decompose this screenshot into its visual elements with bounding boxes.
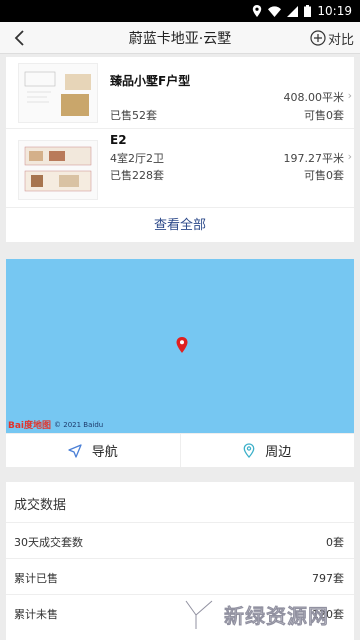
plus-circle-icon	[310, 30, 326, 46]
compare-button[interactable]: 对比	[310, 26, 354, 50]
stats-label: 累计已售	[14, 572, 58, 585]
chevron-right-icon: ›	[347, 150, 352, 163]
unit-name: 臻品小墅F户型	[110, 74, 191, 88]
unit-area: 408.00平米	[283, 91, 345, 104]
location-icon	[252, 5, 262, 17]
map-pin-icon	[176, 337, 188, 357]
nearby-label: 周边	[265, 445, 292, 460]
map-card: Bai度地图 © 2021 Baidu 导航 周边	[6, 259, 354, 467]
unit-name: E2	[110, 133, 127, 147]
top-app-bar: 蔚蓝卡地亚·云墅 对比	[0, 22, 360, 54]
map-actions: 导航 周边	[6, 433, 354, 467]
location-pin-icon	[243, 443, 255, 458]
view-all-button[interactable]: 查看全部	[6, 207, 354, 242]
baidu-logo-text: Bai度地图	[8, 421, 52, 431]
nearby-button[interactable]: 周边	[179, 434, 355, 467]
navigate-label: 导航	[91, 445, 118, 460]
stats-label: 累计未售	[14, 608, 58, 621]
floorplan-thumbnail	[18, 63, 98, 123]
unit-row[interactable]: E2 4室2厅2卫 197.27平米 › 已售228套 可售0套	[6, 133, 354, 206]
watermark-text: 新绿资源网	[224, 603, 329, 628]
unit-sold: 已售52套	[110, 109, 157, 122]
watermark-logo-icon	[184, 599, 214, 631]
map-copyright: © 2021 Baidu	[54, 420, 104, 429]
map-view[interactable]: Bai度地图 © 2021 Baidu	[6, 259, 354, 433]
stats-label: 30天成交套数	[14, 536, 83, 549]
stats-row: 30天成交套数 0套	[6, 522, 354, 558]
signal-icon	[287, 5, 299, 17]
stats-value: 0套	[326, 536, 344, 549]
floorplan-thumbnail	[18, 140, 98, 200]
navigation-arrow-icon	[68, 443, 82, 458]
unit-sold: 已售228套	[110, 169, 164, 182]
wifi-icon	[268, 5, 282, 17]
stats-value: 797套	[312, 572, 344, 585]
unit-available: 可售0套	[304, 169, 344, 182]
stats-row: 累计已售 797套	[6, 558, 354, 594]
watermark: 新绿资源网 www.xlhs.com	[182, 594, 352, 634]
page-title: 蔚蓝卡地亚·云墅	[128, 30, 232, 47]
unit-row[interactable]: 臻品小墅F户型 408.00平米 › 已售52套 可售0套	[6, 57, 354, 129]
clock-time: 10:19	[317, 4, 352, 18]
chevron-left-icon	[14, 30, 24, 46]
compare-label: 对比	[327, 32, 354, 48]
unit-rooms: 4室2厅2卫	[110, 152, 164, 165]
chevron-right-icon: ›	[347, 89, 352, 102]
unit-available: 可售0套	[304, 109, 344, 122]
unit-area: 197.27平米	[283, 152, 345, 165]
navigate-button[interactable]: 导航	[6, 434, 180, 467]
battery-icon	[304, 5, 312, 17]
unit-types-card: 臻品小墅F户型 408.00平米 › 已售52套 可售0套 E2 4室2厅2卫 …	[6, 57, 354, 242]
baidu-map-logo: Bai度地图 © 2021 Baidu	[8, 418, 104, 432]
watermark-url: www.xlhs.com	[245, 626, 332, 634]
section-title: 成交数据	[14, 498, 67, 513]
back-button[interactable]	[8, 26, 32, 50]
status-bar: 10:19	[0, 0, 360, 22]
